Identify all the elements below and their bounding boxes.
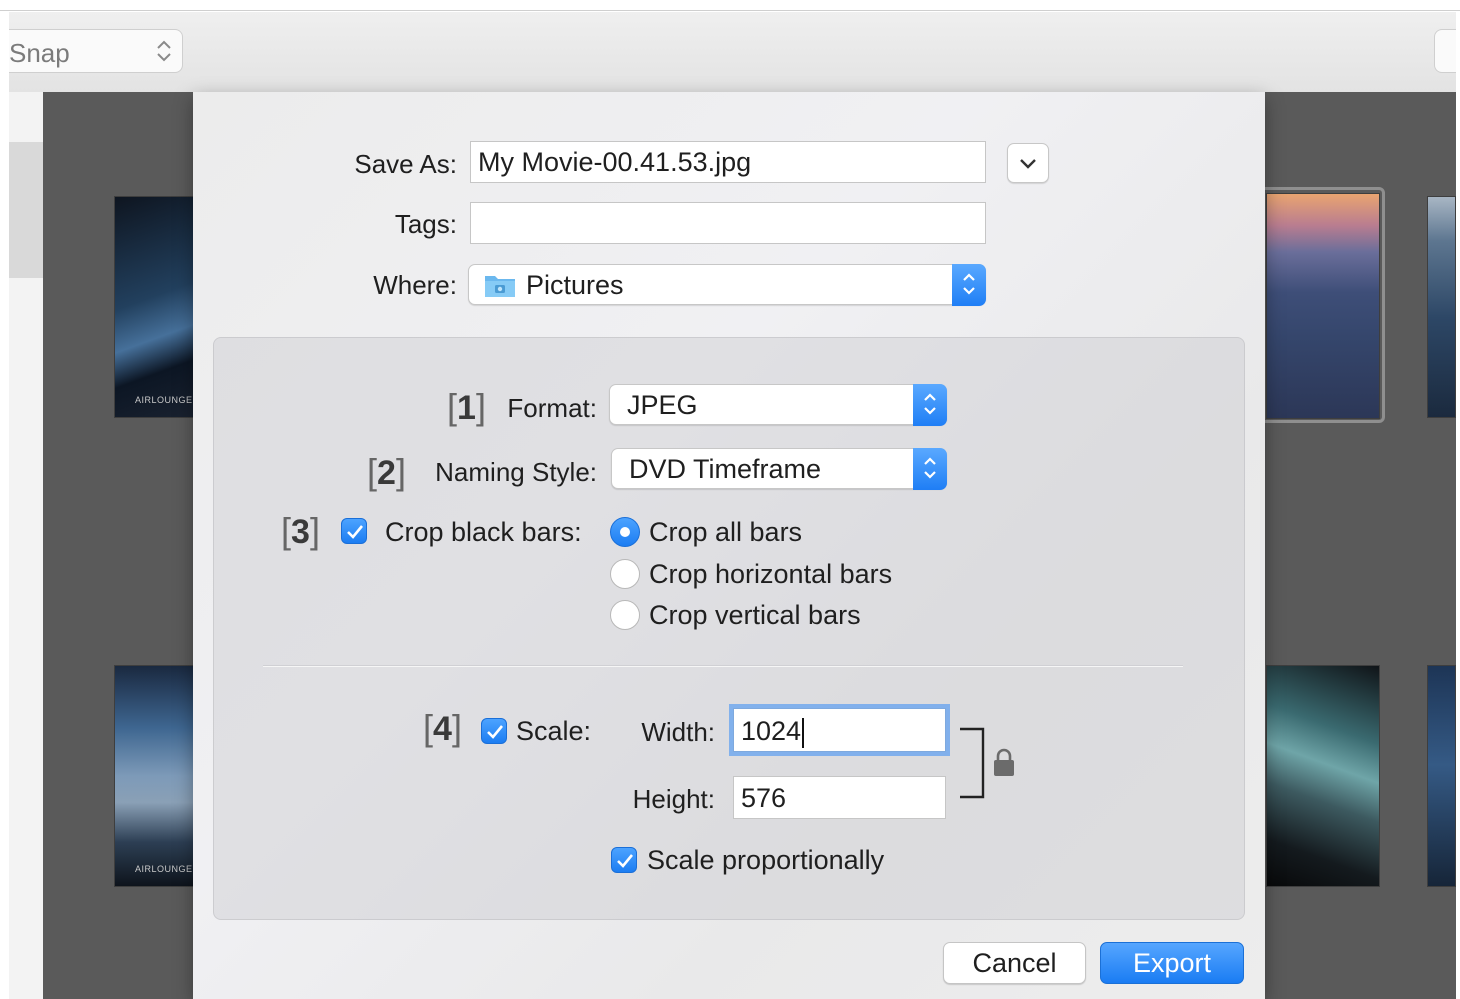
naming-style-stepper (913, 448, 947, 490)
thumbnail-caption: AIRLOUNGE (135, 395, 193, 405)
scale-checkbox[interactable] (481, 718, 507, 744)
thumbnail-image[interactable]: AIRLOUNGE (114, 665, 204, 887)
naming-style-label: Naming Style: (435, 457, 597, 487)
width-value: 1024 (741, 716, 802, 746)
step-number-3: [3] (281, 510, 320, 551)
pictures-folder-icon (485, 276, 515, 297)
up-down-chevron-icon (963, 273, 975, 295)
format-label: Format: (507, 393, 597, 423)
thumbnail-image[interactable]: AIRLOUNGE (114, 196, 204, 418)
expand-button[interactable] (1007, 143, 1049, 183)
step-number-4: [4] (423, 707, 462, 748)
options-divider (263, 665, 1183, 666)
snap-select[interactable]: Snap (9, 29, 183, 73)
where-popup[interactable]: Pictures (468, 264, 986, 306)
cancel-button[interactable]: Cancel (943, 942, 1086, 984)
checkmark-icon (487, 725, 504, 739)
text-cursor (802, 717, 805, 748)
where-value: Pictures (526, 270, 624, 300)
crop-all-bars-label: Crop all bars (649, 517, 803, 547)
crop-vertical-bars-label: Crop vertical bars (649, 600, 861, 630)
snap-select-label: Snap (9, 38, 70, 68)
thumbnail-image[interactable] (1266, 665, 1380, 887)
thumbnail-image[interactable] (1427, 196, 1456, 418)
save-as-field[interactable]: My Movie-00.41.53.jpg (470, 141, 986, 183)
crop-horizontal-bars-label: Crop horizontal bars (649, 559, 893, 589)
save-as-label: Save As: (354, 149, 457, 179)
height-field[interactable]: 576 (733, 776, 946, 819)
crop-black-bars-checkbox[interactable] (341, 518, 367, 544)
scale-label: Scale: (516, 716, 592, 746)
thumbnail-image[interactable] (1266, 193, 1380, 419)
naming-style-popup[interactable]: DVD Timeframe (611, 448, 947, 490)
tags-label: Tags: (394, 209, 457, 239)
lock-icon[interactable] (992, 747, 1016, 779)
up-down-chevron-icon (924, 457, 936, 479)
format-stepper (913, 384, 947, 426)
scale-proportionally-checkbox[interactable] (611, 847, 637, 873)
scale-proportionally-label: Scale proportionally (647, 845, 885, 875)
sidebar-selected-item[interactable] (9, 142, 43, 278)
radio-crop-horizontal-bars[interactable] (610, 559, 640, 589)
format-popup[interactable]: JPEG (609, 384, 947, 426)
chevron-down-icon (1020, 159, 1036, 169)
radio-crop-vertical-bars[interactable] (610, 600, 640, 630)
thumbnail-image[interactable] (1427, 665, 1456, 887)
thumbnail-caption: AIRLOUNGE (135, 864, 193, 874)
width-label: Width: (641, 717, 715, 747)
toolbar: Snap (9, 12, 1456, 93)
up-down-chevron-icon (157, 40, 171, 62)
up-down-chevron-icon (924, 393, 936, 415)
window-top-edge (0, 10, 1460, 11)
naming-style-value: DVD Timeframe (629, 454, 822, 484)
toolbar-right-button[interactable] (1434, 29, 1456, 73)
aspect-link-bracket (960, 727, 985, 799)
tags-field[interactable] (470, 202, 986, 244)
step-number-1: [1] (447, 386, 486, 427)
where-label: Where: (373, 270, 457, 300)
checkmark-icon (617, 854, 634, 868)
step-number-2: [2] (367, 451, 406, 492)
height-label: Height: (632, 784, 715, 814)
format-value: JPEG (627, 390, 698, 420)
checkmark-icon (347, 525, 364, 539)
export-button[interactable]: Export (1100, 942, 1244, 984)
crop-black-bars-label: Crop black bars: (385, 517, 582, 547)
where-stepper (952, 264, 986, 306)
width-field[interactable]: 1024 (733, 708, 946, 752)
radio-crop-all-bars[interactable] (610, 517, 640, 547)
export-sheet: Save As: My Movie-00.41.53.jpg Tags: Whe… (193, 92, 1265, 999)
